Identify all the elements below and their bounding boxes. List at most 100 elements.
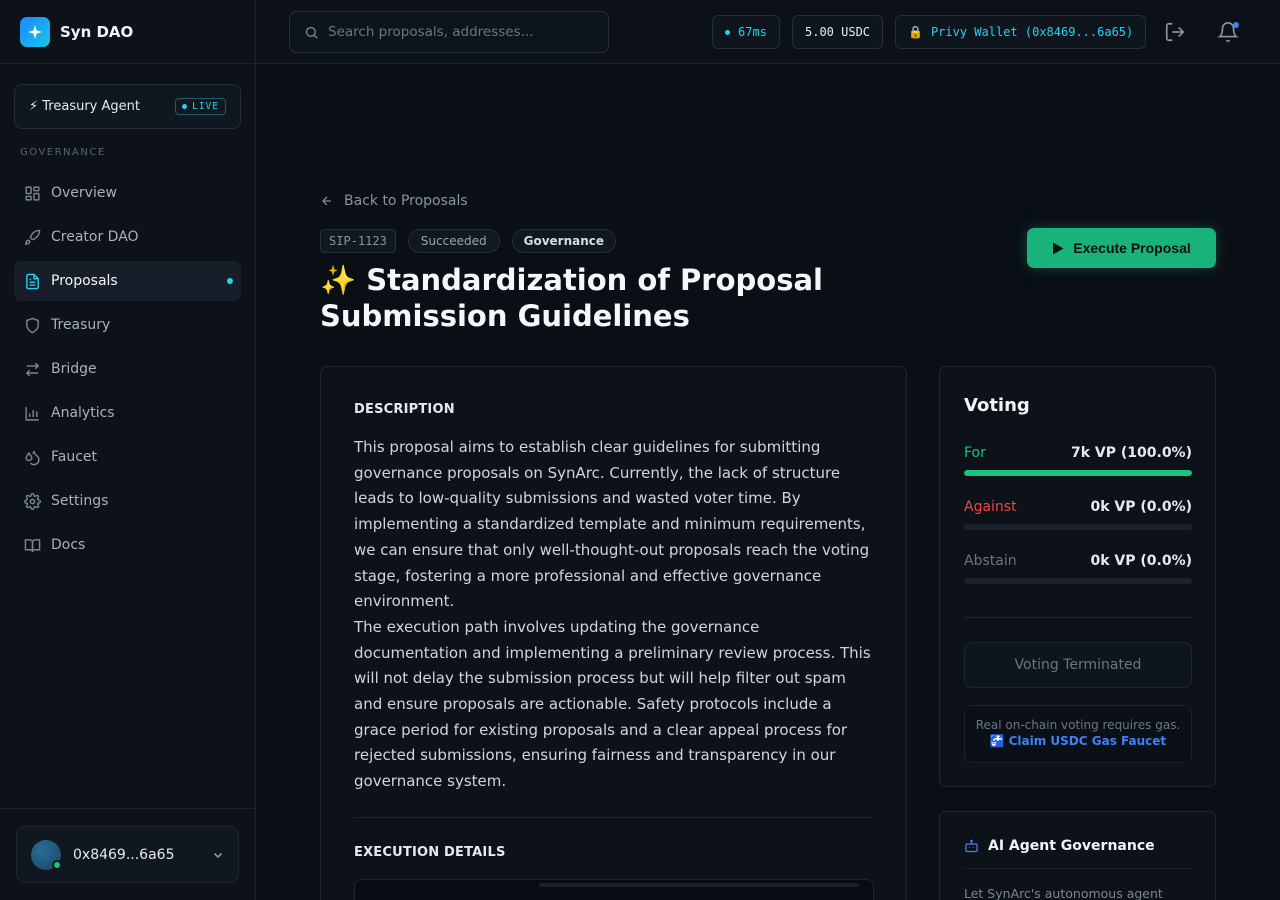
voting-terminated-button: Voting Terminated [964, 642, 1192, 688]
execute-proposal-label: Execute Proposal [1073, 240, 1191, 256]
sidebar-item-label: Treasury [51, 317, 111, 333]
chart-icon [25, 406, 39, 421]
agent-name: ⚡ Treasury Agent [29, 99, 140, 114]
nav-section-label: GOVERNANCE [20, 147, 106, 158]
proposal-id-badge: SIP-1123 [320, 229, 396, 253]
vote-against-bar [964, 524, 1192, 530]
lock-icon: 🔒 [908, 25, 923, 39]
balance-display: 5.00 USDC [792, 15, 884, 49]
ai-governance-description: Let SynArc's autonomous agent [964, 886, 1163, 900]
sidebar-item-settings[interactable]: Settings [14, 481, 241, 521]
sidebar-item-label: Bridge [51, 361, 97, 377]
vote-for-value: 7k VP (100.0%) [1070, 445, 1192, 461]
droplet-icon [25, 450, 40, 465]
gas-note: Real on-chain voting requires gas. 🚰 Cla… [964, 705, 1192, 763]
description-paragraph: The execution path involves updating the… [354, 617, 871, 791]
voting-terminated-label: Voting Terminated [1014, 657, 1142, 673]
latency-dot-icon [725, 29, 730, 35]
book-icon [24, 538, 41, 552]
wallet-label: Privy Wallet (0x8469...6a65) [930, 25, 1134, 39]
notification-dot-icon [1233, 22, 1239, 28]
description-heading: DESCRIPTION [354, 402, 455, 417]
latency-value: 67ms [738, 25, 767, 39]
divider [964, 617, 1192, 618]
sidebar-item-faucet[interactable]: Faucet [14, 437, 241, 477]
search-input[interactable] [328, 24, 598, 40]
faucet-icon: 🚰 [989, 734, 1005, 748]
grid-icon [25, 185, 40, 201]
sidebar-item-treasury[interactable]: Treasury [14, 305, 241, 345]
brand-logo-icon [20, 16, 50, 47]
voting-card: Voting For 7k VP (100.0%) Against 0k VP … [939, 366, 1216, 787]
brand[interactable]: Syn DAO [0, 0, 255, 64]
sidebar-item-label: Analytics [51, 405, 115, 421]
sidebar-item-label: Settings [51, 493, 109, 509]
live-badge-label: LIVE [192, 101, 219, 112]
vote-for-label: For [964, 445, 986, 461]
sidebar-item-label: Creator DAO [51, 229, 139, 245]
wallet-button[interactable]: 🔒 Privy Wallet (0x8469...6a65) [895, 15, 1147, 49]
divider [354, 817, 874, 818]
online-status-icon [52, 859, 62, 870]
execute-proposal-button[interactable]: Execute Proposal [1027, 228, 1216, 268]
document-icon [26, 273, 39, 289]
robot-icon [965, 839, 978, 852]
claim-gas-faucet-link[interactable]: Claim USDC Gas Faucet [1009, 734, 1167, 748]
sidebar-item-bridge[interactable]: Bridge [14, 349, 241, 389]
treasury-agent-card[interactable]: ⚡ Treasury Agent LIVE [14, 84, 241, 129]
top-header: 67ms 5.00 USDC 🔒 Privy Wallet (0x8469...… [256, 0, 1280, 64]
description-paragraph: This proposal aims to establish clear gu… [354, 438, 870, 611]
vote-row-against: Against 0k VP (0.0%) [964, 499, 1192, 530]
vote-row-for: For 7k VP (100.0%) [964, 445, 1192, 476]
sidebar-item-label: Docs [51, 537, 86, 553]
sidebar-nav: Overview Creator DAO Proposals Treasury … [14, 173, 241, 569]
search-icon [305, 26, 318, 39]
back-to-proposals-link[interactable]: Back to Proposals [320, 193, 468, 209]
sidebar-item-label: Faucet [51, 449, 98, 465]
status-badge: Succeeded [407, 229, 500, 253]
search-box[interactable] [289, 11, 609, 53]
vote-row-abstain: Abstain 0k VP (0.0%) [964, 553, 1192, 584]
sidebar-item-label: Proposals [51, 273, 118, 289]
sidebar-footer: 0x8469...6a65 [0, 808, 256, 900]
active-indicator-dot [227, 278, 233, 284]
sidebar-item-proposals[interactable]: Proposals [14, 261, 241, 301]
rocket-icon [24, 229, 41, 245]
voting-title: Voting [964, 395, 1030, 416]
sidebar-item-creator-dao[interactable]: Creator DAO [14, 217, 241, 257]
avatar [31, 839, 62, 870]
execution-details-heading: EXECUTION DETAILS [354, 845, 506, 860]
vote-against-value: 0k VP (0.0%) [1090, 499, 1192, 515]
vote-abstain-value: 0k VP (0.0%) [1090, 553, 1192, 569]
execution-details-bar [539, 883, 859, 887]
shield-icon [26, 317, 39, 333]
vote-for-bar-fill [964, 470, 1192, 476]
account-address: 0x8469...6a65 [73, 846, 175, 863]
play-icon [1053, 242, 1064, 254]
vote-for-bar [964, 470, 1192, 476]
sidebar-item-overview[interactable]: Overview [14, 173, 241, 213]
ai-governance-header: AI Agent Governance [964, 838, 1155, 854]
gas-note-text: Real on-chain voting requires gas. [975, 718, 1181, 732]
arrows-icon [25, 362, 40, 376]
execution-details-box [354, 879, 874, 900]
category-badge: Governance [511, 229, 617, 253]
sidebar-item-docs[interactable]: Docs [14, 525, 241, 565]
vote-abstain-bar [964, 578, 1192, 584]
balance-value: 5.00 USDC [805, 25, 871, 39]
account-switcher[interactable]: 0x8469...6a65 [16, 826, 239, 883]
logout-icon[interactable] [1164, 21, 1186, 43]
vote-abstain-label: Abstain [964, 553, 1017, 569]
description-body: This proposal aims to establish clear gu… [354, 435, 876, 795]
sidebar-item-analytics[interactable]: Analytics [14, 393, 241, 433]
back-label: Back to Proposals [344, 193, 468, 209]
page-title: ✨ Standardization of Proposal Submission… [320, 263, 823, 333]
ai-governance-title: AI Agent Governance [988, 838, 1155, 854]
sidebar: Syn DAO ⚡ Treasury Agent LIVE GOVERNANCE… [0, 0, 256, 900]
proposal-tags: SIP-1123 Succeeded Governance [320, 229, 617, 253]
gear-icon [24, 492, 41, 510]
divider [964, 868, 1192, 869]
vote-against-label: Against [964, 499, 1017, 515]
live-dot-icon [182, 104, 188, 109]
arrow-left-icon [322, 196, 332, 206]
